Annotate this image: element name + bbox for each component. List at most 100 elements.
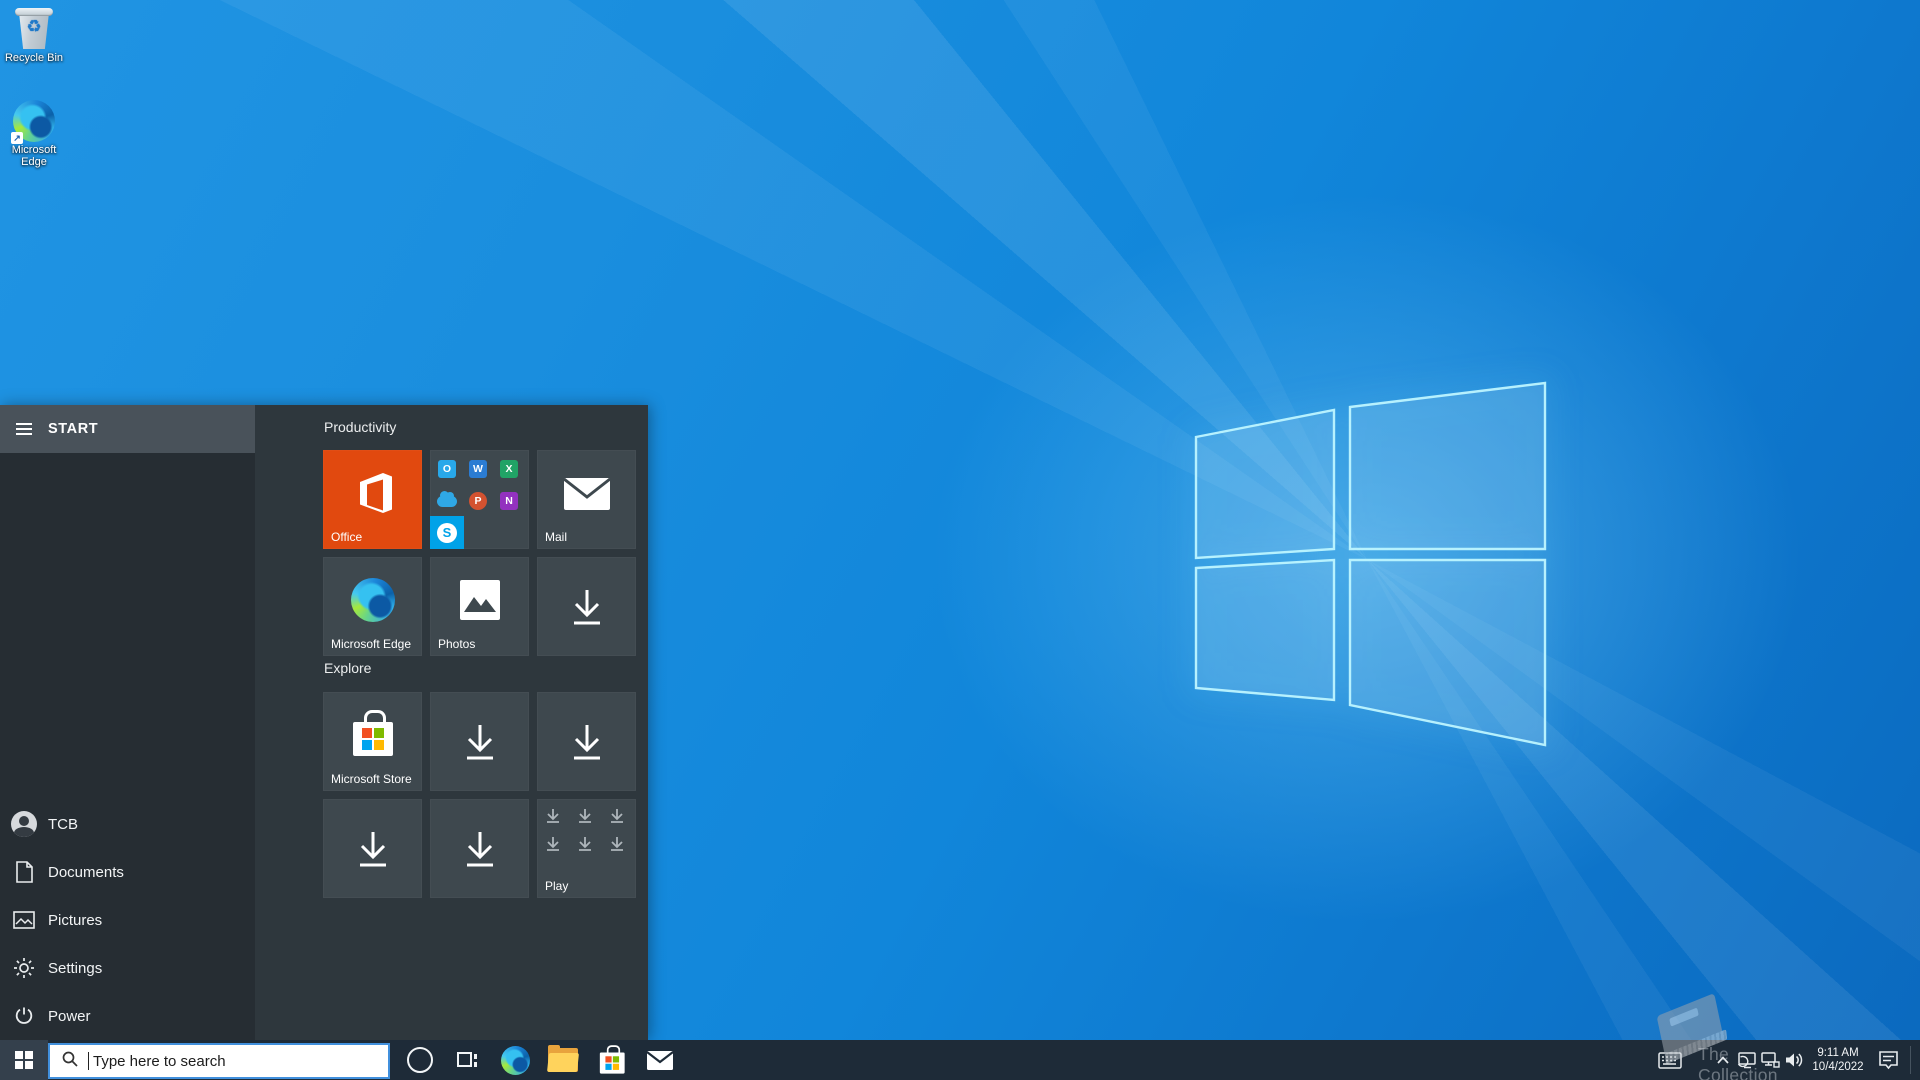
touch-keyboard-icon bbox=[1658, 1051, 1682, 1069]
nav-label-power: Power bbox=[48, 1007, 91, 1025]
tile-label: Mail bbox=[545, 530, 568, 544]
powerpoint-icon: P bbox=[469, 492, 487, 510]
tile-label: Play bbox=[545, 879, 569, 893]
tile-play-folder[interactable]: Play bbox=[537, 799, 636, 898]
file-explorer-button[interactable] bbox=[543, 1040, 583, 1080]
show-desktop-button[interactable] bbox=[1912, 1040, 1920, 1080]
nav-item-pictures[interactable]: Pictures bbox=[0, 896, 255, 944]
network-button[interactable] bbox=[1758, 1040, 1782, 1080]
nav-item-power[interactable]: Power bbox=[0, 992, 255, 1040]
tile-label: Microsoft Store bbox=[331, 772, 412, 786]
tile-office-apps-folder[interactable]: O W X P N S bbox=[430, 450, 529, 549]
store-icon bbox=[351, 709, 395, 758]
tile-office[interactable]: Office bbox=[323, 450, 422, 549]
edge-icon bbox=[500, 1045, 530, 1075]
recycle-bin-icon: ♻ bbox=[14, 6, 54, 50]
start-button[interactable] bbox=[0, 1040, 48, 1080]
tray-separator bbox=[1910, 1046, 1911, 1074]
task-view-icon bbox=[457, 1052, 477, 1067]
user-avatar-icon bbox=[11, 811, 37, 837]
tile-pending-download[interactable] bbox=[430, 692, 529, 791]
start-menu: START TCB Documents Pictures Settings Po… bbox=[0, 405, 648, 1040]
tile-microsoft-store[interactable]: Microsoft Store bbox=[323, 692, 422, 791]
nav-label-documents: Documents bbox=[48, 863, 124, 881]
store-taskbar-button[interactable] bbox=[591, 1040, 631, 1080]
outlook-icon: O bbox=[438, 460, 456, 478]
nav-item-user[interactable]: TCB bbox=[0, 800, 255, 848]
touch-keyboard-button[interactable] bbox=[1652, 1040, 1688, 1080]
windows-hero-logo bbox=[1194, 381, 1547, 747]
edge-icon: ↗ bbox=[11, 100, 55, 144]
monitor-sync-icon bbox=[1737, 1051, 1756, 1068]
desktop-icon-recycle-bin[interactable]: ♻ Recycle Bin bbox=[2, 6, 66, 64]
download-arrow-icon bbox=[323, 799, 422, 898]
taskbar-search[interactable] bbox=[48, 1043, 390, 1079]
action-center-icon bbox=[1878, 1051, 1898, 1070]
taskbar-clock[interactable]: 9:11 AM 10/4/2022 bbox=[1806, 1040, 1870, 1080]
mail-icon bbox=[646, 1050, 674, 1070]
tile-mail[interactable]: Mail bbox=[537, 450, 636, 549]
windows-logo-icon bbox=[15, 1051, 33, 1069]
start-header-label: START bbox=[48, 421, 99, 437]
text-caret bbox=[88, 1052, 89, 1070]
action-center-button[interactable] bbox=[1872, 1040, 1904, 1080]
tile-label: Office bbox=[331, 530, 363, 544]
tile-pending-download[interactable] bbox=[537, 557, 636, 656]
nav-item-settings[interactable]: Settings bbox=[0, 944, 255, 992]
shortcut-arrow-badge: ↗ bbox=[11, 132, 23, 144]
download-arrow-icon bbox=[537, 692, 636, 791]
mail-taskbar-button[interactable] bbox=[639, 1040, 681, 1080]
mini-download-arrows bbox=[547, 809, 623, 851]
search-icon bbox=[62, 1051, 78, 1072]
volume-button[interactable] bbox=[1782, 1040, 1806, 1080]
group-label-productivity: Productivity bbox=[324, 419, 397, 435]
nav-label-settings: Settings bbox=[48, 959, 103, 977]
edge-taskbar-button[interactable] bbox=[495, 1040, 535, 1080]
file-explorer-icon bbox=[547, 1045, 579, 1072]
nav-label-pictures: Pictures bbox=[48, 911, 103, 929]
tile-pending-download[interactable] bbox=[323, 799, 422, 898]
task-view-button[interactable] bbox=[447, 1040, 487, 1080]
chevron-up-icon bbox=[1717, 1056, 1729, 1064]
skype-icon: S bbox=[430, 516, 464, 549]
start-menu-nav: TCB Documents Pictures Settings Power bbox=[0, 800, 255, 1040]
tile-microsoft-edge[interactable]: Microsoft Edge bbox=[323, 557, 422, 656]
pictures-icon bbox=[0, 910, 48, 930]
clock-time: 9:11 AM bbox=[1817, 1047, 1859, 1059]
search-input[interactable] bbox=[91, 1051, 388, 1071]
onedrive-icon bbox=[437, 491, 457, 507]
tile-label: Microsoft Edge bbox=[331, 637, 412, 651]
start-menu-header[interactable]: START bbox=[0, 405, 255, 453]
gear-icon bbox=[0, 957, 48, 979]
word-icon: W bbox=[469, 460, 487, 478]
hidden-icons-button[interactable] bbox=[1712, 1040, 1734, 1080]
download-arrow-icon bbox=[430, 692, 529, 791]
download-arrow-icon bbox=[430, 799, 529, 898]
speaker-icon bbox=[1786, 1053, 1803, 1067]
nav-item-documents[interactable]: Documents bbox=[0, 848, 255, 896]
excel-icon: X bbox=[500, 460, 518, 478]
desktop-icon-microsoft-edge[interactable]: ↗ Microsoft Edge bbox=[2, 100, 66, 168]
download-arrow-icon bbox=[537, 557, 636, 656]
document-icon bbox=[0, 861, 48, 883]
cortana-icon bbox=[407, 1047, 433, 1073]
update-status-button[interactable] bbox=[1734, 1040, 1758, 1080]
desktop-icon-label: Recycle Bin bbox=[4, 52, 64, 64]
power-icon bbox=[0, 1006, 48, 1026]
store-icon bbox=[599, 1045, 625, 1075]
tile-pending-download[interactable] bbox=[430, 799, 529, 898]
cortana-button[interactable] bbox=[400, 1040, 440, 1080]
ethernet-network-icon bbox=[1760, 1051, 1780, 1068]
tile-pending-download[interactable] bbox=[537, 692, 636, 791]
hamburger-icon[interactable] bbox=[0, 423, 48, 435]
tile-label: Photos bbox=[438, 637, 476, 651]
onenote-icon: N bbox=[500, 492, 518, 510]
desktop-icon-label: Microsoft Edge bbox=[11, 144, 57, 168]
tile-photos[interactable]: Photos bbox=[430, 557, 529, 656]
taskbar: 9:11 AM 10/4/2022 bbox=[0, 1040, 1920, 1080]
group-label-explore: Explore bbox=[324, 660, 372, 676]
edge-icon bbox=[350, 577, 395, 622]
clock-date: 10/4/2022 bbox=[1812, 1061, 1864, 1073]
nav-label-user: TCB bbox=[48, 815, 78, 833]
windows-desktop: ♻ Recycle Bin ↗ Microsoft Edge START TCB… bbox=[0, 0, 1920, 1080]
